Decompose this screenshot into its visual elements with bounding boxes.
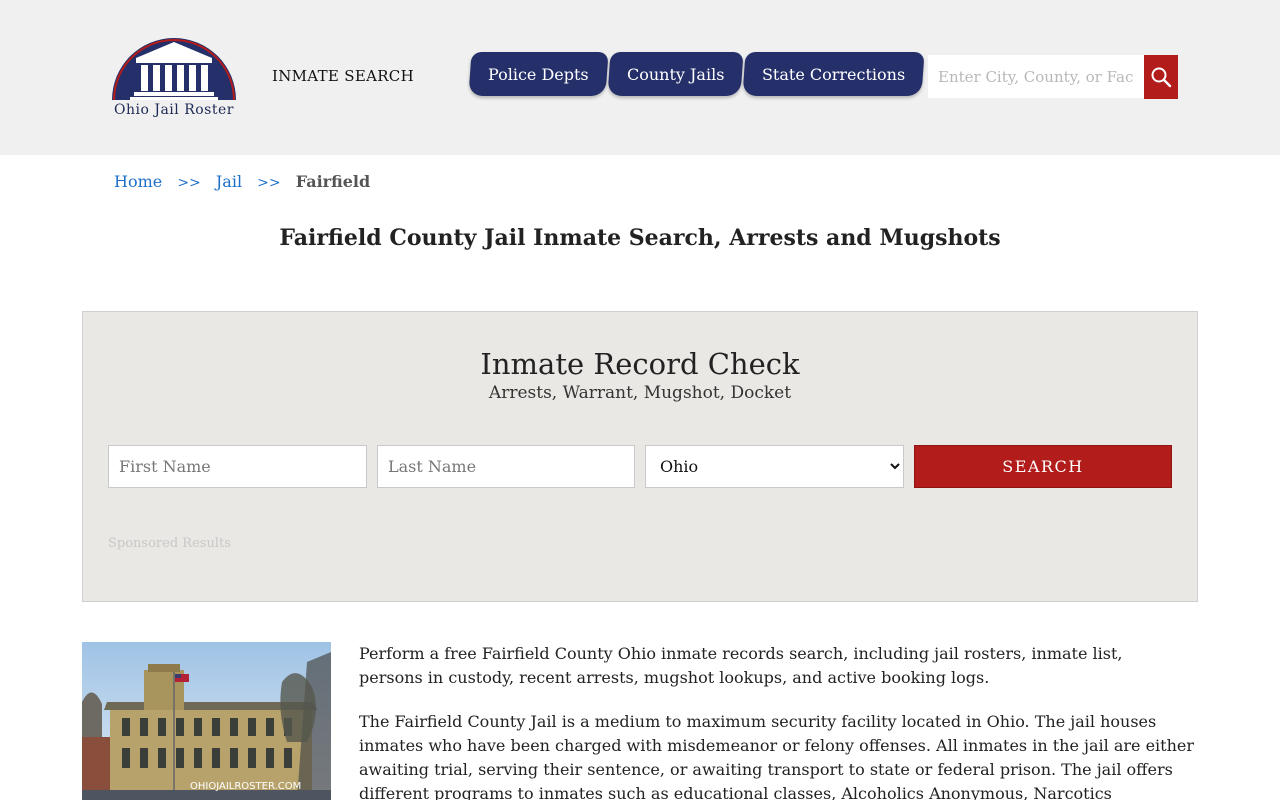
breadcrumb-separator: >> — [177, 175, 201, 191]
search-icon — [1151, 67, 1172, 88]
state-select[interactable]: Ohio — [645, 445, 904, 488]
breadcrumb-current: Fairfield — [295, 172, 371, 191]
nav-tab-state-corrections[interactable]: State Corrections — [742, 52, 925, 96]
nav-tab-label: County Jails — [626, 64, 725, 84]
facility-search-input[interactable] — [928, 55, 1144, 98]
page-title: Fairfield County Jail Inmate Search, Arr… — [279, 225, 1001, 251]
facility-search-button[interactable] — [1144, 55, 1178, 99]
panel-subtitle: Arrests, Warrant, Mugshot, Docket — [488, 383, 792, 403]
jail-building-photo: OHIOJAILROSTER.COM — [82, 642, 331, 800]
intro-paragraph: Perform a free Fairfield County Ohio inm… — [359, 644, 1123, 687]
breadcrumb-separator: >> — [257, 175, 281, 191]
logo-label: Ohio Jail Roster — [114, 102, 234, 118]
breadcrumb-jail[interactable]: Jail — [216, 172, 242, 191]
main-nav: Police Depts County Jails State Correcti… — [468, 52, 925, 96]
sponsored-results-label: Sponsored Results — [108, 536, 231, 551]
nav-tab-label: Police Depts — [488, 64, 589, 84]
nav-tab-county-jails[interactable]: County Jails — [607, 52, 744, 96]
breadcrumb-home[interactable]: Home — [114, 172, 162, 191]
logo-text[interactable]: Ohio Jail Roster — [104, 102, 244, 118]
nav-tab-police-depts[interactable]: Police Depts — [468, 52, 609, 96]
description-paragraph: The Fairfield County Jail is a medium to… — [359, 712, 1195, 800]
panel-title: Inmate Record Check — [480, 347, 800, 381]
site-header: Ohio Jail Roster INMATE SEARCH Police De… — [0, 0, 1280, 155]
search-button[interactable]: SEARCH — [914, 445, 1172, 488]
last-name-input[interactable] — [377, 445, 635, 488]
photo-watermark: OHIOJAILROSTER.COM — [190, 781, 301, 792]
inmate-search-link[interactable]: INMATE SEARCH — [272, 67, 414, 85]
first-name-input[interactable] — [108, 445, 367, 488]
breadcrumb: Home >> Jail >> Fairfield — [114, 172, 370, 191]
inmate-record-check-panel: Inmate Record Check Arrests, Warrant, Mu… — [82, 311, 1198, 602]
nav-tab-label: State Corrections — [762, 64, 906, 84]
